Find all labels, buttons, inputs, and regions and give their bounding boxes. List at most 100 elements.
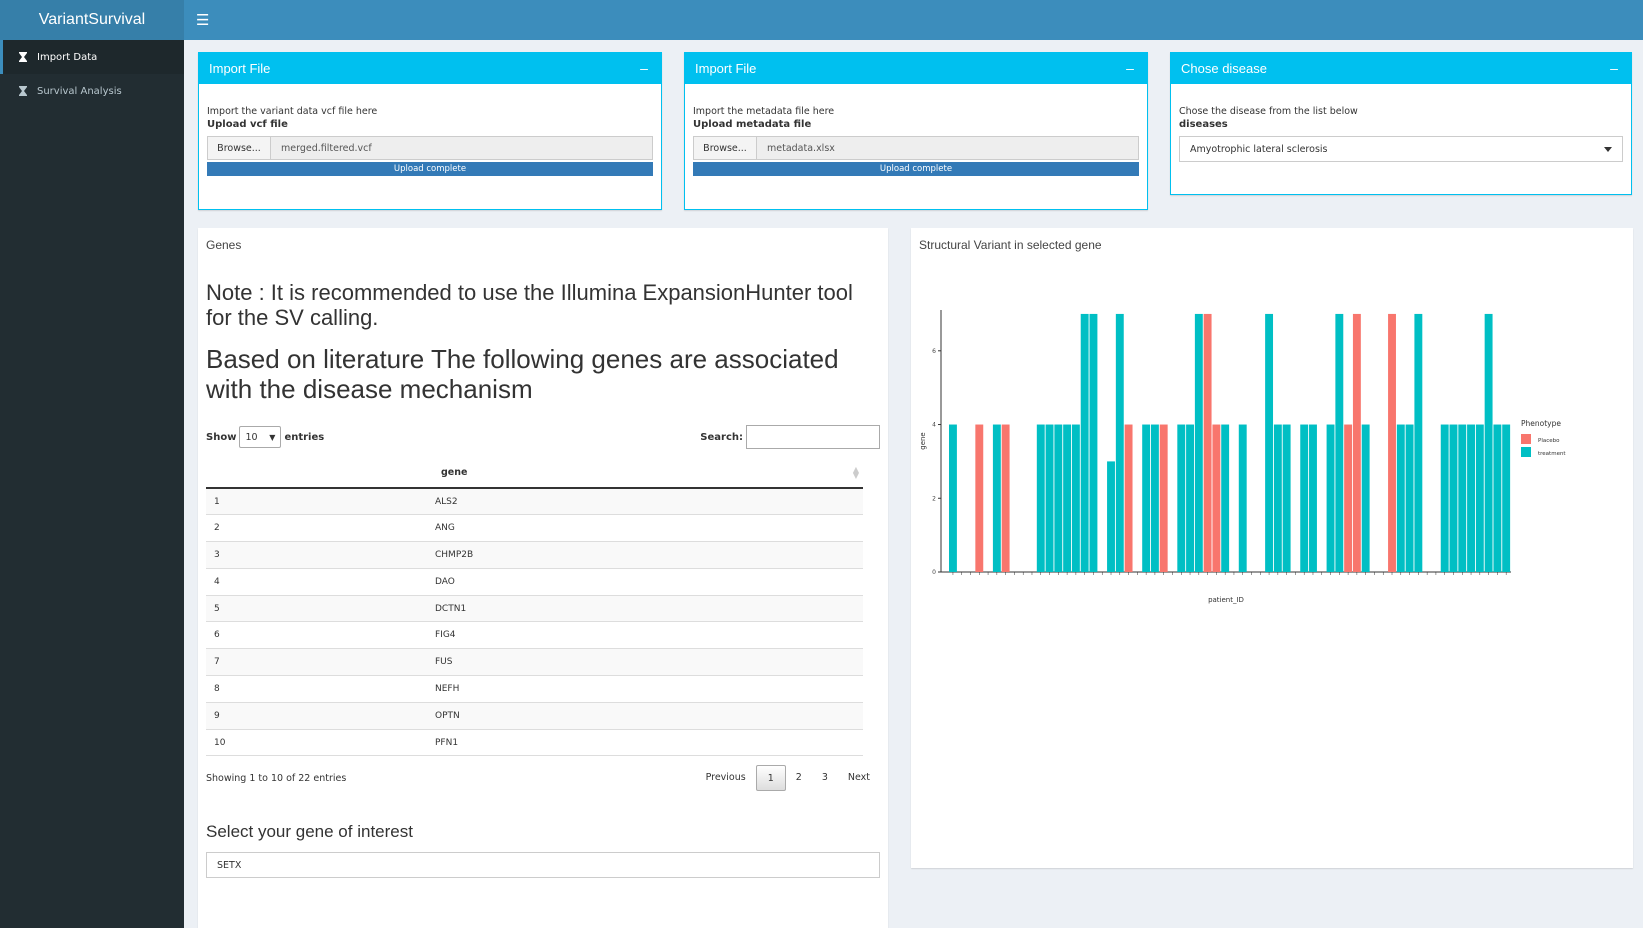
- bar: [1326, 424, 1335, 572]
- page-length-control: Show 10 ▼ entries: [206, 426, 324, 448]
- note-text: Note : It is recommended to use the Illu…: [206, 280, 853, 330]
- page-button-2[interactable]: 2: [786, 765, 812, 791]
- bar: [1352, 313, 1361, 572]
- file-name-field[interactable]: merged.filtered.vcf: [271, 136, 653, 160]
- row-gene: OPTN: [435, 702, 863, 730]
- table-row[interactable]: 2 ANG: [206, 514, 863, 543]
- bar: [1063, 424, 1072, 572]
- row-index: 4: [206, 568, 435, 596]
- show-label: Show: [206, 431, 237, 443]
- table-row[interactable]: 10 PFN1: [206, 729, 863, 757]
- bar: [1221, 424, 1230, 572]
- box-header: Import File –: [685, 52, 1147, 84]
- browse-button[interactable]: Browse...: [207, 136, 271, 160]
- y-tick-label: 4: [932, 422, 936, 429]
- row-gene: PFN1: [435, 729, 863, 757]
- bar: [1273, 424, 1282, 572]
- row-gene: DAO: [435, 568, 863, 596]
- field-label: diseases: [1179, 119, 1228, 130]
- box-title: Import File: [695, 60, 757, 76]
- bar: [949, 424, 957, 572]
- search-label: Search:: [700, 431, 743, 443]
- bar: [1194, 313, 1203, 572]
- next-page-button[interactable]: Next: [838, 765, 880, 791]
- sidebar-item-label: Survival Analysis: [37, 85, 122, 97]
- app-logo[interactable]: VariantSurvival: [0, 0, 184, 40]
- file-name-field[interactable]: metadata.xlsx: [757, 136, 1139, 160]
- disease-select-value: Amyotrophic lateral sclerosis: [1190, 143, 1328, 155]
- bar: [1054, 424, 1063, 572]
- disease-select[interactable]: Amyotrophic lateral sclerosis: [1179, 136, 1623, 162]
- box-title: Chose disease: [1181, 60, 1267, 76]
- box-header: Import File –: [199, 52, 661, 84]
- bar: [1440, 424, 1449, 572]
- sidebar-item-survival-analysis[interactable]: Survival Analysis: [0, 74, 184, 108]
- previous-page-button[interactable]: Previous: [696, 765, 756, 791]
- box-header: Chose disease –: [1171, 52, 1631, 84]
- legend-entry: Placebo: [1538, 438, 1560, 444]
- bar: [1361, 424, 1370, 572]
- collapse-icon[interactable]: –: [637, 60, 651, 76]
- search-input[interactable]: [746, 425, 880, 449]
- table-search: Search:: [700, 425, 880, 449]
- menu-toggle-icon[interactable]: ☰: [196, 11, 209, 29]
- bar: [1502, 424, 1511, 572]
- upload-progress-bar: Upload complete: [207, 162, 653, 176]
- page-length-select[interactable]: 10 ▼: [239, 426, 282, 448]
- pagination: Previous 1 2 3 Next: [696, 765, 880, 792]
- structural-variant-box: Structural Variant in selected gene 0 2 4 6…: [911, 228, 1633, 868]
- genes-table: gene ▲ ▼ 1 ALS2 2 ANG 3 CHMP2B 4 DAO 5 DCTN1 6 FIG4 7…: [206, 458, 863, 757]
- help-text: Import the variant data vcf file here: [207, 106, 378, 117]
- bar: [1405, 424, 1414, 572]
- row-index: 2: [206, 514, 435, 543]
- bar: [1414, 313, 1423, 572]
- gene-select-input[interactable]: SETX: [206, 852, 880, 879]
- table-row[interactable]: 4 DAO: [206, 568, 863, 596]
- sort-icon: ▲ ▼: [852, 465, 859, 480]
- box-title: Structural Variant in selected gene: [919, 238, 1102, 252]
- structural-variant-chart: 0 2 4 6 patient_ID gene Phenotype Placebo treatm…: [919, 310, 1566, 604]
- table-row[interactable]: 1 ALS2: [206, 488, 863, 516]
- field-label: Upload metadata file: [693, 119, 812, 130]
- y-axis-title: gene: [919, 432, 927, 450]
- upload-progress-bar: Upload complete: [693, 162, 1139, 176]
- bar: [1300, 424, 1309, 572]
- column-header-gene[interactable]: gene ▲ ▼: [206, 458, 863, 489]
- table-row[interactable]: 3 CHMP2B: [206, 541, 863, 569]
- browse-button[interactable]: Browse...: [693, 136, 757, 160]
- bar: [1036, 424, 1045, 572]
- bar: [1177, 424, 1186, 572]
- bar: [1150, 424, 1159, 572]
- bar: [1115, 313, 1124, 572]
- row-gene: ANG: [435, 514, 863, 543]
- table-row[interactable]: 6 FIG4: [206, 621, 863, 650]
- x-axis-title: patient_ID: [1208, 596, 1244, 604]
- box-title: Genes: [206, 238, 242, 252]
- page-button-1[interactable]: 1: [755, 765, 786, 792]
- collapse-icon[interactable]: –: [1607, 60, 1621, 76]
- bar: [1335, 313, 1344, 572]
- page-button-3[interactable]: 3: [812, 765, 838, 791]
- top-navbar: ☰: [184, 0, 1643, 40]
- bar: [1045, 424, 1054, 572]
- legend-swatch: [1521, 447, 1531, 457]
- bar: [1467, 424, 1475, 572]
- bar: [1089, 313, 1098, 572]
- sidebar-item-label: Import Data: [37, 51, 98, 63]
- bar: [1493, 424, 1502, 572]
- table-row[interactable]: 7 FUS: [206, 648, 863, 677]
- disease-box: Chose disease – Chose the disease from t…: [1170, 52, 1632, 195]
- sidebar-item-import-data[interactable]: Import Data: [0, 40, 184, 74]
- table-row[interactable]: 9 OPTN: [206, 702, 863, 730]
- table-row[interactable]: 5 DCTN1: [206, 595, 863, 623]
- bar: [1186, 424, 1194, 572]
- row-gene: DCTN1: [435, 595, 863, 623]
- bar: [1124, 424, 1133, 572]
- table-row[interactable]: 8 NEFH: [206, 675, 863, 703]
- collapse-icon[interactable]: –: [1123, 60, 1137, 76]
- gene-select-label: Select your gene of interest: [206, 822, 413, 842]
- y-tick-label: 0: [932, 569, 936, 576]
- chevron-down-icon: [1604, 146, 1612, 152]
- row-gene: NEFH: [435, 675, 863, 703]
- genes-heading: Based on literature The following genes …: [206, 344, 839, 404]
